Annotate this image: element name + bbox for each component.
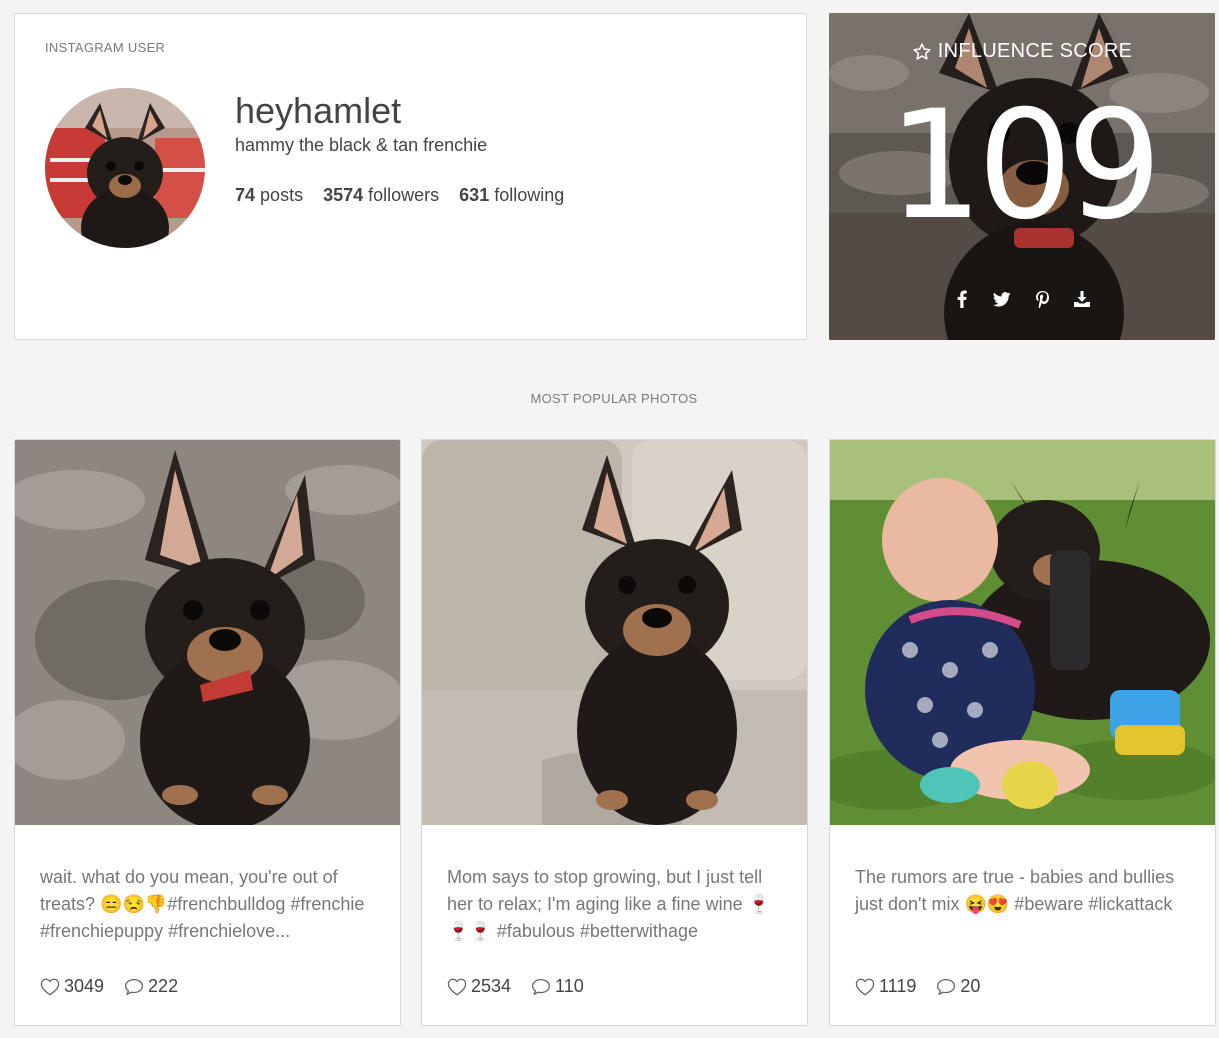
comments-count: 20: [960, 976, 981, 996]
pinterest-icon[interactable]: [1033, 290, 1051, 308]
following-label: following: [494, 185, 565, 205]
comments-group[interactable]: 20: [936, 976, 980, 997]
comments-count: 110: [555, 976, 584, 996]
photo-image-3[interactable]: [830, 440, 1215, 825]
influence-score-card: INFLUENCE SCORE 109: [829, 13, 1215, 340]
photo-image-2[interactable]: [422, 440, 807, 825]
photo-card-1[interactable]: wait. what do you mean, you're out of tr…: [14, 439, 401, 1026]
followers-stat: 3574 followers: [323, 185, 439, 206]
heart-icon: [447, 978, 467, 996]
section-title: MOST POPULAR PHOTOS: [530, 391, 698, 406]
avatar-dog-image: [45, 88, 205, 248]
username: heyhamlet: [235, 90, 402, 131]
posts-label: posts: [260, 185, 304, 205]
likes-group[interactable]: 3049: [40, 976, 104, 997]
comment-icon: [124, 978, 144, 996]
following-count: 631: [459, 185, 490, 205]
profile-eyebrow: INSTAGRAM USER: [45, 40, 166, 55]
twitter-icon[interactable]: [993, 290, 1011, 308]
likes-group[interactable]: 2534: [447, 976, 511, 997]
photo-caption-3: The rumors are true - babies and bullies…: [855, 867, 1175, 914]
photo-meta-2: 2534 110: [447, 976, 584, 997]
photo-caption-1: wait. what do you mean, you're out of tr…: [40, 867, 365, 941]
followers-label: followers: [368, 185, 440, 205]
likes-count: 1119: [879, 976, 917, 996]
facebook-icon[interactable]: [953, 290, 971, 308]
posts-stat: 74 posts: [235, 185, 303, 206]
likes-count: 2534: [471, 976, 512, 996]
profile-stats: 74 posts 3574 followers 631 following: [235, 185, 564, 206]
bio: hammy the black & tan frenchie: [235, 135, 488, 155]
heart-icon: [40, 978, 60, 996]
comment-icon: [936, 978, 956, 996]
download-icon[interactable]: [1073, 290, 1091, 308]
avatar[interactable]: [45, 88, 205, 248]
influence-title-label: INFLUENCE SCORE: [937, 40, 1133, 62]
profile-card: INSTAGRAM USER heyhamlet hammy the black…: [14, 13, 807, 340]
star-icon: [913, 42, 931, 60]
followers-count: 3574: [323, 185, 364, 205]
influence-title: INFLUENCE SCORE: [829, 40, 1215, 63]
photo-card-3[interactable]: The rumors are true - babies and bullies…: [829, 439, 1216, 1026]
comments-group[interactable]: 110: [531, 976, 584, 997]
share-row: [829, 290, 1215, 308]
following-stat: 631 following: [459, 185, 564, 206]
posts-count: 74: [235, 185, 256, 205]
comment-icon: [531, 978, 551, 996]
likes-group[interactable]: 1119: [855, 976, 916, 997]
heart-icon: [855, 978, 875, 996]
photo-caption-2: Mom says to stop growing, but I just tel…: [447, 867, 770, 941]
photo-meta-3: 1119 20: [855, 976, 980, 997]
likes-count: 3049: [64, 976, 105, 996]
comments-count: 222: [148, 976, 179, 996]
influence-score-value: 109: [887, 79, 1162, 253]
photo-image-1[interactable]: [15, 440, 400, 825]
photo-card-2[interactable]: Mom says to stop growing, but I just tel…: [421, 439, 808, 1026]
photo-meta-1: 3049 222: [40, 976, 178, 997]
comments-group[interactable]: 222: [124, 976, 178, 997]
